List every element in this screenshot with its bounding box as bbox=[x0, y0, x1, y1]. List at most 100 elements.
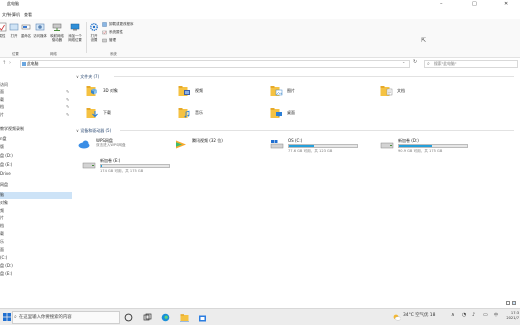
nav-item[interactable]: 对象 bbox=[0, 200, 72, 207]
store-icon[interactable] bbox=[198, 313, 207, 322]
drive-item[interactable]: 新加卷 (E:) 174 GB 可用，共 175 GB bbox=[82, 158, 182, 176]
nav-item-label: 盘 (D:) bbox=[0, 263, 13, 268]
ime-icon[interactable]: 中 bbox=[494, 312, 498, 318]
folder-label: 文档 bbox=[397, 88, 405, 93]
drive-name: 腾讯视频 (32 位) bbox=[192, 138, 223, 143]
folder-item[interactable]: 图片 bbox=[270, 84, 295, 98]
start-windows-icon[interactable] bbox=[3, 313, 11, 321]
nav-item[interactable]: 盘 (E:) bbox=[0, 271, 72, 278]
details-view-icon[interactable] bbox=[506, 301, 510, 305]
maximize-button[interactable]: □ bbox=[472, 1, 477, 7]
search-input[interactable]: ⌕ 搜索"此电脑" bbox=[424, 60, 518, 68]
manage-button[interactable]: 管理 bbox=[102, 38, 116, 43]
nav-item[interactable]: 访问 bbox=[0, 82, 72, 89]
gear-icon bbox=[90, 23, 98, 31]
add-network-location-button[interactable]: 添加一个 网络位置 bbox=[65, 22, 85, 42]
media-icon bbox=[35, 23, 45, 31]
nav-item[interactable]: 片 ✎ bbox=[0, 112, 72, 119]
nav-item-label: 档 bbox=[0, 104, 4, 109]
folder-item[interactable]: 文档 bbox=[380, 84, 405, 98]
close-button[interactable]: ✕ bbox=[504, 1, 508, 7]
drive-item[interactable]: 新加卷 (D:) 90.9 GB 可用，共 175 GB bbox=[380, 138, 480, 156]
clock-date: 2021/7 bbox=[506, 316, 519, 320]
drive-usage-bar bbox=[398, 144, 468, 148]
tab-view[interactable]: 查看 bbox=[24, 12, 32, 18]
nav-item-label: 网盘 bbox=[0, 182, 8, 187]
nav-item[interactable]: 载 bbox=[0, 231, 72, 238]
open-button[interactable]: 打开 bbox=[8, 22, 20, 38]
taskbar-search-input[interactable]: ⌕ 在这里输入你要搜索的内容 bbox=[12, 311, 120, 324]
nav-item[interactable]: 网盘 bbox=[0, 182, 72, 189]
weather-cloud-icon bbox=[393, 314, 401, 321]
tiles-view-icon[interactable] bbox=[512, 301, 516, 305]
nav-item-label: 频 bbox=[0, 208, 4, 213]
file-explorer-icon[interactable] bbox=[180, 313, 189, 322]
drive-item[interactable]: OS (C:) 77.6 GB 可用，共 123 GB bbox=[270, 138, 370, 156]
nav-item[interactable]: Drive bbox=[0, 171, 72, 178]
tray-chevron-icon[interactable]: ∧ bbox=[451, 312, 455, 318]
uninstall-button[interactable]: 卸载或更改程序 bbox=[102, 22, 134, 27]
address-field[interactable]: 此电脑 bbox=[20, 60, 410, 68]
folder-item[interactable]: 音乐 bbox=[178, 106, 203, 120]
minimize-button[interactable]: – bbox=[440, 1, 443, 7]
nav-item[interactable]: 面 ✎ bbox=[0, 89, 72, 96]
nav-item[interactable]: 盘 (D:) bbox=[0, 263, 72, 270]
folder-item[interactable]: 视频 bbox=[178, 84, 203, 98]
battery-icon[interactable]: ▭ bbox=[483, 312, 488, 318]
nav-item[interactable]: 盘 (D:) bbox=[0, 153, 72, 160]
nav-item[interactable]: 档 ✎ bbox=[0, 104, 72, 111]
folder-item[interactable]: 3D 对象 bbox=[86, 84, 118, 98]
ribbon-tabs: 文件 计算机 查看 bbox=[0, 10, 520, 19]
nav-item[interactable]: 版 bbox=[0, 144, 72, 151]
nav-item[interactable]: 载 ✎ bbox=[0, 97, 72, 104]
tab-computer[interactable]: 计算机 bbox=[8, 12, 20, 18]
nav-item[interactable]: (C:) bbox=[0, 255, 72, 262]
nav-item[interactable]: 教学视频录制 bbox=[0, 126, 72, 133]
search-placeholder: 搜索"此电脑" bbox=[434, 61, 457, 66]
up-arrow-icon[interactable]: ↑ bbox=[2, 60, 6, 66]
cortana-icon[interactable] bbox=[124, 313, 133, 322]
programs-icon bbox=[102, 22, 107, 27]
open-settings-label: 打开 设置 bbox=[90, 34, 98, 42]
section-folders[interactable]: ∨ 文件夹 (7) bbox=[76, 74, 516, 80]
open-settings-button[interactable]: 打开 设置 bbox=[87, 22, 101, 42]
clock[interactable]: 17:3 2021/7 bbox=[503, 311, 519, 321]
title-bar: 此电脑 – □ ✕ bbox=[0, 0, 520, 10]
nav-item[interactable]: 档 bbox=[0, 223, 72, 230]
properties-button[interactable]: 属性 bbox=[0, 22, 7, 38]
nav-item-label: 教学视频录制 bbox=[0, 126, 24, 131]
nav-item[interactable]: 脑 bbox=[0, 192, 72, 199]
section-divider bbox=[120, 130, 514, 131]
nav-item[interactable]: 面 bbox=[0, 247, 72, 254]
nav-item-label: 盘 (E:) bbox=[0, 271, 13, 276]
nav-item[interactable]: 盘 (E:) bbox=[0, 162, 72, 169]
drive-space: 77.6 GB 可用，共 123 GB bbox=[288, 149, 333, 153]
tencent-video-icon bbox=[176, 140, 186, 149]
nav-item[interactable]: 频 bbox=[0, 208, 72, 215]
nav-item-label: 对象 bbox=[0, 200, 8, 205]
nav-item[interactable]: n盘 bbox=[0, 136, 72, 143]
drive-item[interactable]: 腾讯视频 (32 位) bbox=[174, 138, 274, 156]
volume-icon[interactable]: ♪ bbox=[472, 312, 475, 318]
access-media-button[interactable]: 访问媒体 bbox=[33, 22, 47, 38]
folder-item[interactable]: 桌面 bbox=[270, 106, 295, 120]
nav-item-label: 面 bbox=[0, 89, 4, 94]
wifi-icon[interactable]: ◔ bbox=[462, 312, 466, 318]
map-drive-button[interactable]: 映射网络 驱动器 bbox=[47, 22, 67, 42]
folder-item[interactable]: 下载 bbox=[86, 106, 111, 120]
weather-text[interactable]: 34°C 空气优 18 bbox=[403, 312, 435, 318]
section-devices[interactable]: ∨ 设备和驱动器 (5) bbox=[76, 128, 516, 134]
taskbar-search-placeholder: 在这里输入你要搜索的内容 bbox=[19, 315, 72, 320]
nav-item[interactable]: 片 bbox=[0, 215, 72, 222]
nav-item[interactable]: 乐 bbox=[0, 239, 72, 246]
edge-browser-icon[interactable] bbox=[161, 313, 170, 322]
back-arrow-icon[interactable]: › bbox=[9, 60, 11, 66]
drive-item[interactable]: WPS网盘 双击进入WPS网盘 bbox=[78, 138, 178, 156]
system-properties-label: 系统属性 bbox=[109, 30, 123, 34]
task-view-icon[interactable] bbox=[143, 313, 152, 322]
drive-subtitle: 双击进入WPS网盘 bbox=[96, 143, 126, 147]
chevron-down-icon[interactable]: ⌄ bbox=[402, 59, 405, 64]
rename-button[interactable]: 重命名 bbox=[20, 22, 32, 38]
refresh-icon[interactable]: ↻ bbox=[413, 59, 417, 65]
system-properties-button[interactable]: 系统属性 bbox=[102, 30, 123, 35]
